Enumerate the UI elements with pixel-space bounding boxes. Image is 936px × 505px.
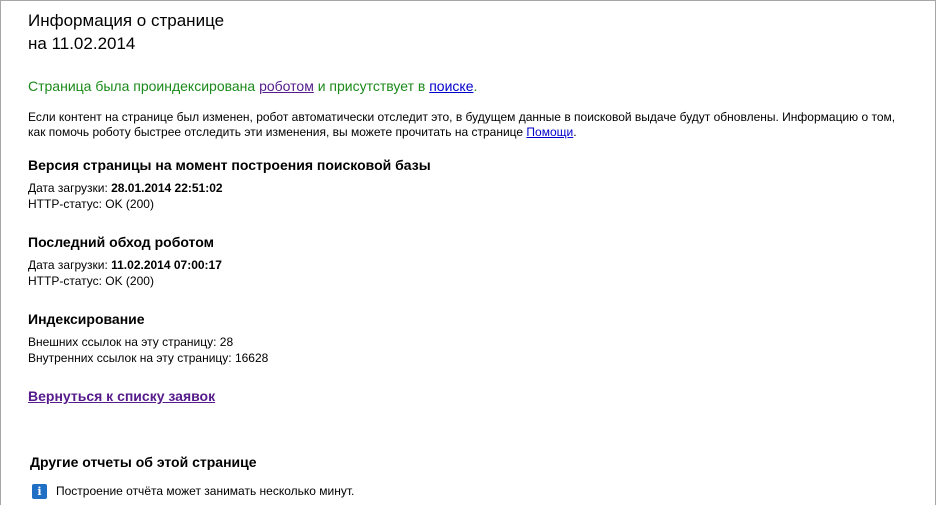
last-crawl-download-value: 11.02.2014 07:00:17 — [111, 258, 222, 272]
back-to-requests-link[interactable]: Вернуться к списку заявок — [28, 388, 215, 404]
back-link-wrapper: Вернуться к списку заявок — [28, 388, 908, 406]
indexed-status: Страница была проиндексирована роботом и… — [28, 77, 908, 95]
info-icon: i — [32, 483, 47, 499]
version-download-date: Дата загрузки: 28.01.2014 22:51:02 — [28, 180, 908, 196]
report-notice: i Построение отчёта может занимать неско… — [32, 483, 354, 499]
indexing-section: Индексирование Внешних ссылок на эту стр… — [28, 310, 908, 366]
last-crawl-download-label: Дата загрузки: — [28, 258, 112, 272]
indexed-prefix: Страница была проиндексирована — [28, 78, 260, 94]
last-crawl-heading: Последний обход роботом — [28, 234, 214, 250]
version-download-label: Дата загрузки: — [28, 181, 112, 195]
indexed-suffix: . — [473, 78, 478, 94]
last-crawl-download-date: Дата загрузки: 11.02.2014 07:00:17 — [28, 257, 908, 273]
info-suffix: . — [573, 125, 577, 139]
other-reports-heading: Другие отчеты об этой странице — [30, 454, 257, 470]
page-title-line1: Информация о странице — [28, 11, 225, 30]
search-link[interactable]: поиске — [429, 78, 473, 94]
indexed-middle: и присутствует в — [313, 78, 430, 94]
info-paragraph: Если контент на странице был изменен, ро… — [28, 110, 898, 140]
info-text: Если контент на странице был изменен, ро… — [28, 110, 896, 139]
version-http-status: HTTP-статус: OK (200) — [28, 197, 154, 211]
report-notice-text: Построение отчёта может занимать несколь… — [56, 484, 355, 498]
external-links-count: Внешних ссылок на эту страницу: 28 — [28, 335, 234, 349]
main-content: Информация о странице на 11.02.2014 Стра… — [28, 9, 908, 406]
robot-link[interactable]: роботом — [259, 78, 314, 94]
indexing-heading: Индексирование — [28, 311, 145, 327]
help-link[interactable]: Помощи — [526, 125, 573, 139]
page-title-line2: на 11.02.2014 — [28, 34, 136, 53]
version-download-value: 28.01.2014 22:51:02 — [111, 181, 223, 195]
version-heading: Версия страницы на момент построения пои… — [28, 157, 431, 173]
version-section: Версия страницы на момент построения пои… — [28, 156, 908, 212]
page-title: Информация о странице на 11.02.2014 — [28, 9, 908, 55]
internal-links-count: Внутренних ссылок на эту страницу: 16628 — [28, 351, 269, 365]
last-crawl-http-status: HTTP-статус: OK (200) — [28, 274, 154, 288]
last-crawl-section: Последний обход роботом Дата загрузки: 1… — [28, 233, 908, 289]
